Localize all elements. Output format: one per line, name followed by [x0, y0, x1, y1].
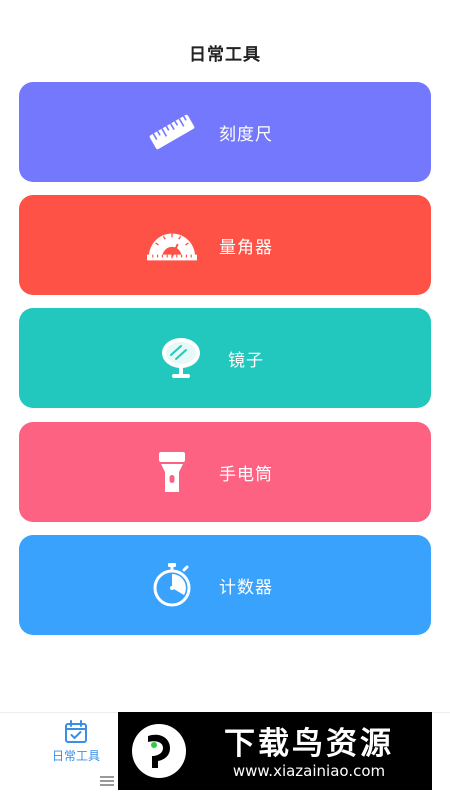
protractor-tool-label: 量角器 — [219, 237, 273, 258]
protractor-icon — [147, 220, 197, 270]
protractor-tool-card[interactable]: 量角器 — [19, 195, 431, 295]
ruler-icon — [147, 107, 197, 157]
mirror-tool-label: 镜子 — [228, 350, 264, 371]
counter-tool-card[interactable]: 计数器 — [19, 535, 431, 635]
ruler-tool-label: 刻度尺 — [219, 124, 273, 145]
page-title: 日常工具 — [189, 45, 261, 65]
menu-icon — [100, 776, 114, 786]
tab-daily-tools-label: 日常工具 — [51, 749, 100, 763]
ruler-tool-card[interactable]: 刻度尺 — [19, 82, 431, 182]
stopwatch-icon — [147, 560, 197, 610]
mirror-tool-card[interactable]: 镜子 — [19, 308, 431, 408]
counter-tool-label: 计数器 — [219, 577, 273, 598]
mirror-icon — [156, 333, 206, 383]
app-screen: 日常工具 刻度尺 量角器 镜子 手电筒 计数器 日常工具 下载鸟资源 www.x… — [0, 0, 450, 800]
watermark-name: 下载鸟资源 — [224, 726, 394, 762]
bird-logo-icon — [132, 724, 186, 778]
watermark-banner: 下载鸟资源 www.xiazainiao.com — [118, 712, 432, 790]
tab-daily-tools[interactable]: 日常工具 — [40, 719, 112, 767]
flashlight-icon — [147, 447, 197, 497]
watermark-url: www.xiazainiao.com — [232, 762, 386, 780]
flashlight-tool-card[interactable]: 手电筒 — [19, 422, 431, 522]
flashlight-tool-label: 手电筒 — [219, 464, 273, 485]
calendar-check-icon — [65, 720, 87, 743]
